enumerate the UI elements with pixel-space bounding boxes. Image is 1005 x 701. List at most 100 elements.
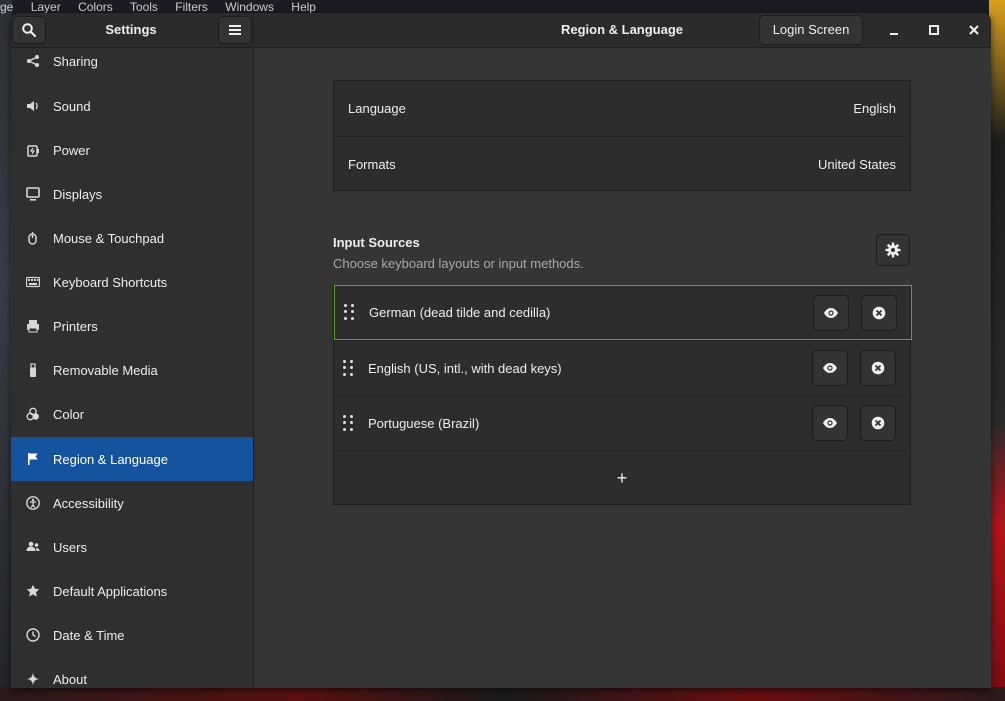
remove-source-button[interactable] [860, 350, 896, 386]
input-sources-subtitle: Choose keyboard layouts or input methods… [333, 256, 584, 271]
sidebar-item-users[interactable]: Users [11, 525, 253, 569]
input-source-label: German (dead tilde and cedilla) [369, 305, 551, 320]
sidebar-item-label: Keyboard Shortcuts [53, 274, 168, 290]
remove-source-button[interactable] [861, 295, 897, 331]
background-app-menubar: ge Layer Colors Tools Filters Windows He… [0, 0, 320, 14]
close-button[interactable] [962, 18, 986, 42]
mouse-icon [25, 230, 41, 246]
sidebar-item-label: Color [53, 406, 85, 422]
minimize-button[interactable] [882, 18, 906, 42]
show-layout-button[interactable] [812, 405, 848, 441]
sparkle-icon [25, 671, 41, 687]
display-icon [25, 186, 41, 202]
settings-window: Settings Region & Language Login Screen [11, 13, 991, 688]
gear-icon [885, 242, 901, 258]
input-source-row[interactable]: English (US, intl., with dead keys) [334, 341, 910, 395]
sidebar-item-default-applications[interactable]: Default Applications [11, 569, 253, 613]
minimize-icon [889, 25, 899, 35]
star-icon [25, 583, 41, 599]
eye-icon [822, 417, 838, 429]
search-button[interactable] [12, 16, 46, 44]
sidebar-item-label: Users [53, 539, 87, 555]
show-layout-button[interactable] [812, 350, 848, 386]
sidebar-item-label: Region & Language [53, 451, 168, 467]
flag-icon [25, 451, 41, 467]
speaker-icon [25, 98, 41, 114]
sidebar-item-accessibility[interactable]: Accessibility [11, 481, 253, 525]
printer-icon [25, 318, 41, 334]
remove-icon [871, 361, 885, 375]
plus-icon: + [616, 467, 628, 488]
sidebar-item-label: About [53, 671, 87, 687]
background-menu-item: Colors [78, 0, 113, 14]
menu-button[interactable] [218, 16, 252, 44]
background-menu-item: Windows [225, 0, 274, 14]
login-screen-button[interactable]: Login Screen [759, 15, 863, 45]
show-layout-button[interactable] [813, 295, 849, 331]
formats-row[interactable]: Formats United States [334, 137, 910, 191]
input-source-label: Portuguese (Brazil) [368, 415, 480, 431]
sidebar-item-sharing[interactable]: Sharing [11, 48, 253, 83]
sidebar-title: Settings [105, 22, 157, 37]
region-language-panel: Language English Formats United States I… [254, 48, 991, 688]
sidebar-item-color[interactable]: Color [11, 392, 253, 436]
sidebar-item-about[interactable]: About [11, 657, 253, 688]
language-formats-list: Language English Formats United States [333, 80, 911, 191]
sidebar-item-mouse-touchpad[interactable]: Mouse & Touchpad [11, 216, 253, 260]
remove-source-button[interactable] [860, 405, 896, 441]
users-icon [25, 539, 41, 555]
sidebar-item-label: Default Applications [53, 583, 168, 599]
drag-handle-icon[interactable] [343, 360, 353, 376]
sidebar-item-label: Sharing [53, 53, 98, 69]
share-icon [25, 53, 41, 69]
close-icon [969, 25, 979, 35]
sidebar-item-keyboard-shortcuts[interactable]: Keyboard Shortcuts [11, 260, 253, 304]
eye-icon [823, 307, 839, 319]
background-menu-item: Filters [175, 0, 208, 14]
drag-handle-icon[interactable] [343, 415, 353, 431]
sidebar-item-sound[interactable]: Sound [11, 84, 253, 128]
sidebar-item-displays[interactable]: Displays [11, 172, 253, 216]
sidebar-item-label: Sound [53, 98, 91, 114]
input-source-row[interactable]: Portuguese (Brazil) [334, 396, 910, 450]
maximize-icon [929, 25, 939, 35]
language-label: Language [348, 101, 406, 116]
formats-label: Formats [348, 156, 396, 172]
eye-icon [822, 362, 838, 374]
clock-icon [25, 627, 41, 643]
language-value: English [853, 101, 896, 116]
desktop-background-bottom [0, 687, 1005, 701]
drag-handle-icon[interactable] [344, 304, 354, 320]
background-menu-item: Help [291, 0, 316, 14]
background-menu-item: Tools [129, 0, 158, 14]
sidebar-item-date-time[interactable]: Date & Time [11, 613, 253, 657]
language-row[interactable]: Language English [334, 81, 910, 136]
sidebar-item-label: Date & Time [53, 627, 125, 643]
accessibility-icon [25, 495, 41, 511]
sidebar: Sharing Sound Power Displays Mouse & Tou… [11, 48, 254, 688]
sidebar-item-label: Removable Media [53, 362, 158, 378]
sidebar-item-label: Power [53, 142, 90, 158]
background-menu-item: ge [0, 0, 14, 14]
input-sources-title: Input Sources [333, 235, 420, 250]
sidebar-item-label: Accessibility [53, 495, 124, 511]
sidebar-item-printers[interactable]: Printers [11, 304, 253, 348]
input-sources-list: German (dead tilde and cedilla) English … [333, 285, 912, 505]
sidebar-item-label: Displays [53, 186, 103, 202]
remove-icon [871, 416, 885, 430]
maximize-button[interactable] [922, 18, 946, 42]
add-input-source-button[interactable]: + [334, 451, 910, 505]
sidebar-header: Settings [11, 13, 254, 47]
sidebar-item-region-language[interactable]: Region & Language [11, 437, 253, 481]
color-icon [25, 406, 41, 422]
input-source-row[interactable]: German (dead tilde and cedilla) [334, 285, 912, 340]
usb-icon [25, 362, 41, 378]
input-source-label: English (US, intl., with dead keys) [368, 360, 562, 376]
background-menu-item: Layer [30, 0, 61, 14]
sidebar-item-removable-media[interactable]: Removable Media [11, 348, 253, 392]
input-sources-options-button[interactable] [876, 234, 910, 266]
formats-value: United States [817, 156, 896, 172]
search-icon [22, 23, 36, 37]
sidebar-item-power[interactable]: Power [11, 128, 253, 172]
keyboard-icon [25, 274, 41, 290]
